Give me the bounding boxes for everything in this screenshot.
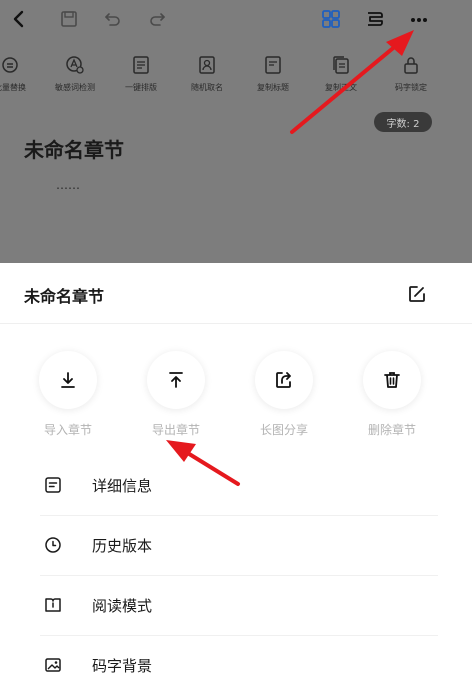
- typesetting-icon[interactable]: [360, 4, 390, 34]
- list-item-label: 码字背景: [92, 657, 153, 675]
- action-row: 导入章节 导出章节 长图分享 删除章节: [0, 351, 472, 441]
- list-item-reading-mode[interactable]: 阅读模式: [40, 576, 438, 636]
- share-icon: [255, 351, 313, 409]
- list-item-history[interactable]: 历史版本: [40, 516, 438, 576]
- tool-label: 随机取名: [191, 83, 223, 92]
- more-icon[interactable]: [404, 4, 434, 34]
- export-chapter-button[interactable]: 导出章节: [126, 351, 226, 438]
- copy-title-icon: [238, 52, 308, 78]
- tool-copy-text[interactable]: 复制正文: [306, 52, 376, 93]
- sheet-header: 未命名章节: [0, 263, 472, 324]
- replace-icon: [0, 52, 45, 78]
- chapter-title[interactable]: 未命名章节: [24, 134, 124, 163]
- tool-label: 一键排版: [125, 83, 157, 92]
- random-name-icon: [172, 52, 242, 78]
- tool-random-name[interactable]: 随机取名: [172, 52, 242, 93]
- chapter-options-sheet: 未命名章节 导入章节 导出章节 长图分享 删除章节 详细信息 历史版本 阅读模式…: [0, 263, 472, 675]
- list-item-writing-background[interactable]: 码字背景: [40, 636, 438, 695]
- tool-label: 批量替换: [0, 83, 26, 92]
- trash-icon: [363, 351, 421, 409]
- reading-mode-icon: [44, 596, 62, 614]
- tool-batch-replace[interactable]: 批量替换: [0, 52, 45, 93]
- action-label: 导入章节: [43, 423, 92, 437]
- list-item-label: 阅读模式: [92, 597, 153, 615]
- sheet-title: 未命名章节: [24, 287, 105, 306]
- delete-chapter-button[interactable]: 删除章节: [342, 351, 442, 438]
- tool-strip: 批量替换 敏感词检测 一键排版 随机取名 复制标题: [0, 52, 472, 104]
- save-icon[interactable]: [54, 4, 84, 34]
- action-label: 删除章节: [367, 423, 416, 437]
- grid-view-icon[interactable]: [316, 4, 346, 34]
- action-label: 长图分享: [259, 423, 308, 437]
- list-item-details[interactable]: 详细信息: [40, 456, 438, 516]
- action-label: 导出章节: [151, 423, 200, 437]
- top-toolbar: [0, 0, 472, 38]
- tool-label: 复制正文: [325, 83, 357, 92]
- details-icon: [44, 476, 62, 494]
- import-icon: [39, 351, 97, 409]
- import-chapter-button[interactable]: 导入章节: [18, 351, 118, 438]
- copy-text-icon: [306, 52, 376, 78]
- history-icon: [44, 536, 62, 554]
- back-icon[interactable]: [4, 4, 34, 34]
- sensitive-check-icon: [40, 52, 110, 78]
- tool-sensitive-check[interactable]: 敏感词检测: [40, 52, 110, 93]
- word-count-badge: 字数: 2: [374, 112, 432, 132]
- redo-icon[interactable]: [142, 4, 172, 34]
- tool-label: 敏感词检测: [55, 83, 95, 92]
- tool-writing-lock[interactable]: 码字锁定: [376, 52, 446, 93]
- long-image-share-button[interactable]: 长图分享: [234, 351, 334, 438]
- background-image-icon: [44, 656, 62, 674]
- format-icon: [106, 52, 176, 78]
- edit-icon: [408, 285, 426, 303]
- tool-label: 码字锁定: [395, 83, 427, 92]
- list-item-label: 历史版本: [92, 537, 153, 555]
- export-icon: [147, 351, 205, 409]
- tool-copy-title[interactable]: 复制标题: [238, 52, 308, 93]
- chapter-body[interactable]: ……: [56, 178, 80, 192]
- edit-title-button[interactable]: [404, 281, 430, 307]
- undo-icon[interactable]: [98, 4, 128, 34]
- lock-icon: [376, 52, 446, 78]
- options-list: 详细信息 历史版本 阅读模式 码字背景: [0, 456, 472, 695]
- list-item-label: 详细信息: [92, 477, 153, 495]
- editor-background: 批量替换 敏感词检测 一键排版 随机取名 复制标题: [0, 0, 472, 263]
- tool-label: 复制标题: [257, 83, 289, 92]
- tool-one-key-format[interactable]: 一键排版: [106, 52, 176, 93]
